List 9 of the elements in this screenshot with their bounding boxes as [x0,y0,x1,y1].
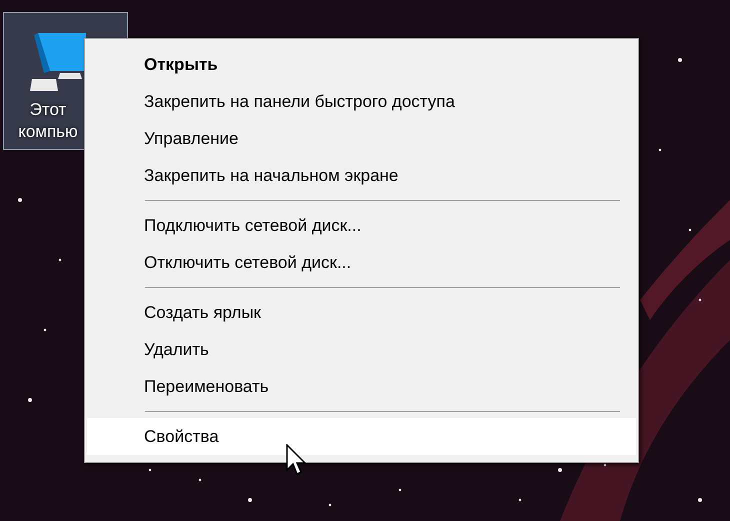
menu-item[interactable]: Отключить сетевой диск... [87,244,636,281]
menu-item[interactable]: Переименовать [87,368,636,405]
menu-item[interactable]: Свойства [87,418,636,455]
menu-item[interactable]: Удалить [87,331,636,368]
mouse-cursor-icon [286,444,306,476]
menu-item[interactable]: Создать ярлык [87,294,636,331]
menu-item[interactable]: Закрепить на начальном экране [87,157,636,194]
menu-item[interactable]: Подключить сетевой диск... [87,207,636,244]
icon-label: Этот компью [17,99,79,143]
